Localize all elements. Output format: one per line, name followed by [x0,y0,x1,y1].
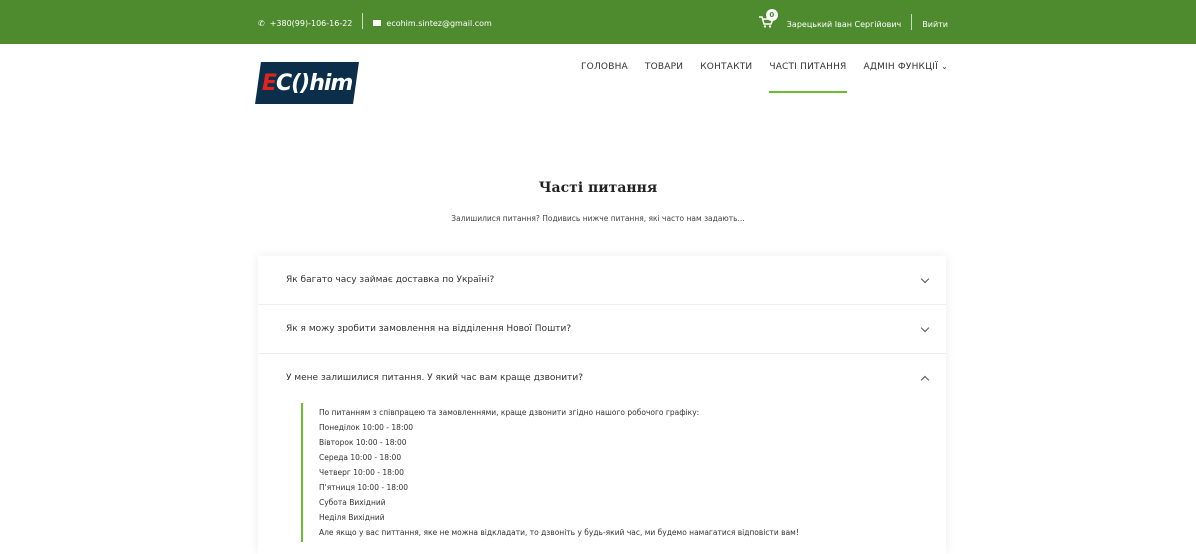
nav-products[interactable]: ТОВАРИ [645,62,683,72]
faq-item: Як я можу зробити замовлення на відділен… [258,305,946,354]
chevron-down-icon [920,274,930,283]
logo-letter-e: E [261,70,276,96]
nav-faq[interactable]: ЧАСТІ ПИТАННЯ [769,62,847,93]
nav-admin-label: АДМІН ФУНКЦІЇ [863,62,939,72]
answer-line: Вівторок 10:00 - 18:00 [319,438,407,447]
answer-line: По питанням з співпрацею та замовленнями… [319,408,700,417]
logo-letter-o: () [290,70,310,96]
cart-count-badge: 0 [765,9,778,21]
chevron-down-icon [920,323,930,332]
faq-accordion: Як багато часу займає доставка по Україн… [258,256,946,554]
chevron-up-icon [920,375,930,384]
top-bar: ✆ +380(99)-106-16-22 ecohim.sintez@gmail… [0,0,1196,44]
page-title: Часті питання [538,180,658,196]
cart-button[interactable]: 0 [758,9,778,28]
answer-line: Понеділок 10:00 - 18:00 [319,423,414,432]
faq-answer: По питанням з співпрацею та замовленнями… [301,403,946,542]
site-header: EC()him ГОЛОВНА ТОВАРИ КОНТАКТИ ЧАСТІ ПИ… [0,44,1196,104]
faq-question-toggle[interactable]: Як я можу зробити замовлення на відділен… [258,305,946,353]
faq-question-toggle[interactable]: У мене залишилися питання. У який час ва… [258,354,946,402]
divider [362,13,364,29]
email-address[interactable]: ecohim.sintez@gmail.com [386,19,491,28]
nav-home[interactable]: ГОЛОВНА [581,62,628,72]
envelope-icon [373,20,382,26]
logout-link[interactable]: Вийти [922,20,948,29]
logo-letter-c: C [275,70,291,96]
user-name[interactable]: Зарецький Іван Сергійович [787,20,901,29]
answer-line: П'ятниця 10:00 - 18:00 [319,483,409,492]
user-info: 0 Зарецький Іван Сергійович Вийти [758,9,948,31]
main-nav: ГОЛОВНА ТОВАРИ КОНТАКТИ ЧАСТІ ПИТАННЯ АД… [564,62,949,93]
divider [911,14,913,30]
answer-line: Четверг 10:00 - 18:00 [319,468,404,477]
answer-line: Неділя Вихідний [319,513,385,522]
nav-contacts[interactable]: КОНТАКТИ [700,62,752,72]
answer-line: Субота Вихідний [319,498,386,507]
logo-letters-him: him [309,70,353,96]
faq-question-text: Як я можу зробити замовлення на відділен… [286,324,572,334]
answer-line: Середа 10:00 - 18:00 [319,453,402,462]
page-subtitle: Залишилися питання? Подивись нижче питан… [451,214,745,223]
answer-line: Але якщо у вас питтання, яке не можна ві… [319,528,799,537]
chevron-down-icon: ⌄ [941,62,948,71]
faq-question-text: У мене залишилися питання. У який час ва… [286,373,583,383]
phone-number[interactable]: +380(99)-106-16-22 [270,19,353,28]
phone-icon: ✆ [258,18,265,28]
site-logo[interactable]: EC()him [255,62,359,104]
faq-question-toggle[interactable]: Як багато часу займає доставка по Україн… [258,256,946,304]
faq-item-expanded: У мене залишилися питання. У який час ва… [258,354,946,542]
nav-admin[interactable]: АДМІН ФУНКЦІЇ ⌄ [864,62,949,72]
faq-question-text: Як багато часу займає доставка по Україн… [286,275,495,285]
faq-item: Як багато часу займає доставка по Україн… [258,256,946,305]
contact-info: ✆ +380(99)-106-16-22 ecohim.sintez@gmail… [258,13,492,29]
